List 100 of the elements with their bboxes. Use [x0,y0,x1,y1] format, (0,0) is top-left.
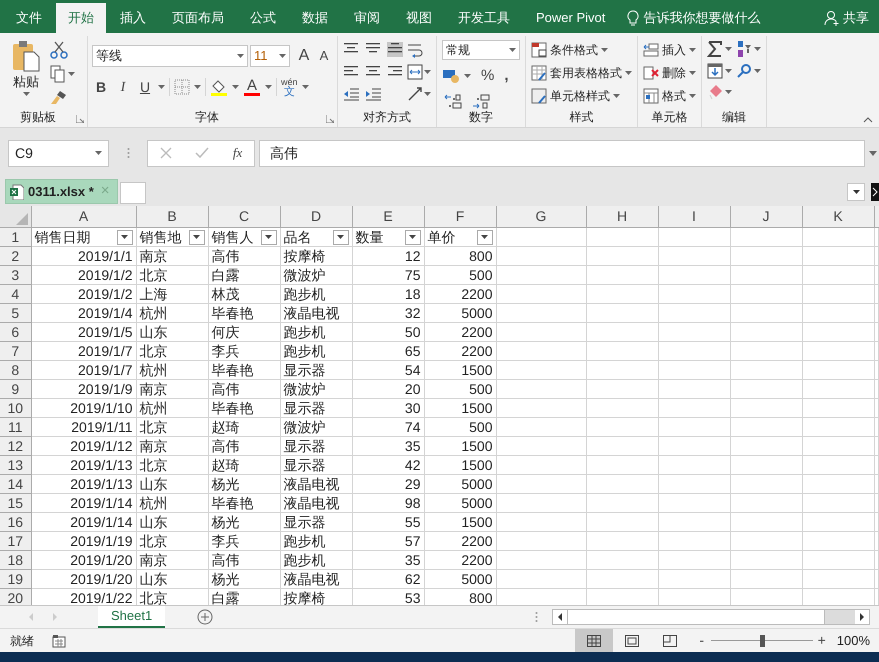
caret-icon[interactable] [509,48,516,52]
caret-icon[interactable] [232,85,239,89]
delete-cells-icon[interactable] [643,64,659,80]
check-icon[interactable] [195,147,210,159]
styles-menu-button[interactable]: 单元格样式 [531,86,632,105]
row-header[interactable]: 1 [0,228,31,246]
caret-icon[interactable] [754,69,761,73]
filter-button[interactable] [260,230,276,244]
caret-icon[interactable] [689,94,696,98]
caret-icon[interactable] [725,90,732,94]
column-header[interactable]: E [352,206,424,228]
column-header[interactable]: I [658,206,730,228]
column-header[interactable]: D [280,206,352,228]
cells-menu-button[interactable]: 格式 [643,86,696,105]
zoom-percent[interactable]: 100% [836,630,870,650]
filter-button[interactable] [476,230,492,244]
ribbon-tab[interactable]: 视图 [394,3,444,33]
caret-icon[interactable] [194,85,201,89]
ribbon-tab[interactable]: 数据 [290,3,340,33]
copy-icon[interactable] [50,65,66,83]
ribbon-tab[interactable]: 审阅 [342,3,392,33]
orientation-icon[interactable] [407,86,423,102]
row-header[interactable]: 18 [0,550,31,570]
tell-me-search[interactable]: 告诉我你想要做什么 [627,3,760,33]
name-box[interactable]: C9 [8,140,109,166]
grow-font-button[interactable]: A [295,44,313,68]
row-header[interactable]: 7 [0,342,31,360]
caret-icon[interactable] [689,48,696,52]
row-header[interactable]: 16 [0,512,31,532]
increase-decimal-icon[interactable] [444,92,462,108]
insert-cells-icon[interactable] [643,42,659,58]
row-header[interactable]: 2 [0,246,31,266]
wrap-text-icon[interactable] [407,42,423,58]
caret-icon[interactable] [302,85,309,89]
lightbulb-icon[interactable] [627,10,640,26]
percent-button[interactable]: % [481,65,494,88]
add-sheet-icon[interactable] [197,609,214,625]
format-cells-icon[interactable] [643,88,659,104]
column-header[interactable]: C [208,206,280,228]
row-header[interactable]: 10 [0,398,31,418]
ribbon-tab[interactable]: 文件 [4,3,54,33]
scroll-thumb[interactable] [567,610,825,624]
font-size-dropdown[interactable]: 11 [250,45,290,67]
caret-icon[interactable] [725,69,732,73]
row-header[interactable]: 14 [0,474,31,494]
decrease-decimal-icon[interactable] [472,92,490,108]
caret-icon[interactable] [754,47,761,51]
sort-filter-icon[interactable] [736,40,752,58]
filter-button[interactable] [332,230,348,244]
column-header[interactable]: J [730,206,802,228]
sheet-tab[interactable]: Sheet1 [98,606,166,628]
italic-button[interactable]: I [114,77,132,97]
borders-icon[interactable] [174,79,190,95]
decrease-indent-icon[interactable] [343,87,359,102]
caret-icon[interactable] [625,70,632,74]
column-header[interactable]: G [496,206,586,228]
ribbon-tab[interactable]: Power Pivot [524,3,618,33]
caret-icon[interactable] [464,74,471,78]
row-header[interactable]: 9 [0,380,31,398]
increase-indent-icon[interactable] [365,87,381,102]
caret-icon[interactable] [22,92,30,96]
filter-button[interactable] [404,230,420,244]
filter-button[interactable] [116,230,132,244]
bold-button[interactable]: B [92,77,110,97]
clipboard-icon[interactable] [11,40,41,72]
column-header[interactable]: F [424,206,496,228]
conditional-format-icon[interactable] [531,42,547,58]
formula-input[interactable]: 高伟 [259,140,865,166]
row-header[interactable]: 5 [0,304,31,322]
scroll-left-icon[interactable] [553,610,567,624]
paste-button[interactable]: 粘贴 [8,40,44,109]
excel-file-icon[interactable] [10,184,24,200]
workbook-tab[interactable]: 0311.xlsx * × [5,179,118,204]
underline-button[interactable]: U [136,77,154,97]
font-name-dropdown[interactable]: 等线 [92,45,248,67]
row-header[interactable]: 3 [0,266,31,284]
ribbon-tab[interactable]: 公式 [238,3,288,33]
search-icon[interactable] [736,63,752,79]
grip-icon[interactable] [535,611,538,623]
ribbon-tab[interactable]: 插入 [108,3,158,33]
expand-formula-icon[interactable] [869,150,877,156]
styles-menu-button[interactable]: 条件格式 [531,40,632,59]
scissors-icon[interactable] [50,41,68,59]
fill-down-icon[interactable] [707,63,723,79]
cells-menu-button[interactable]: 删除 [643,63,696,82]
tab-list-button[interactable] [847,183,865,201]
row-header[interactable]: 12 [0,436,31,456]
row-header[interactable]: 13 [0,456,31,474]
shrink-font-button[interactable]: A [315,46,333,66]
share-button[interactable]: 共享 [824,3,879,33]
zoom-slider[interactable] [710,634,813,646]
row-header[interactable]: 8 [0,360,31,380]
caret-icon[interactable] [689,70,696,74]
currency-icon[interactable] [442,68,460,84]
sum-icon[interactable] [707,41,723,57]
ribbon-tab[interactable]: 开始 [56,3,106,33]
caret-icon[interactable] [424,92,431,96]
ribbon-tab[interactable]: 页面布局 [160,3,236,33]
phonetic-guide-button[interactable]: wén 文 [281,77,298,97]
column-header[interactable]: H [586,206,658,228]
